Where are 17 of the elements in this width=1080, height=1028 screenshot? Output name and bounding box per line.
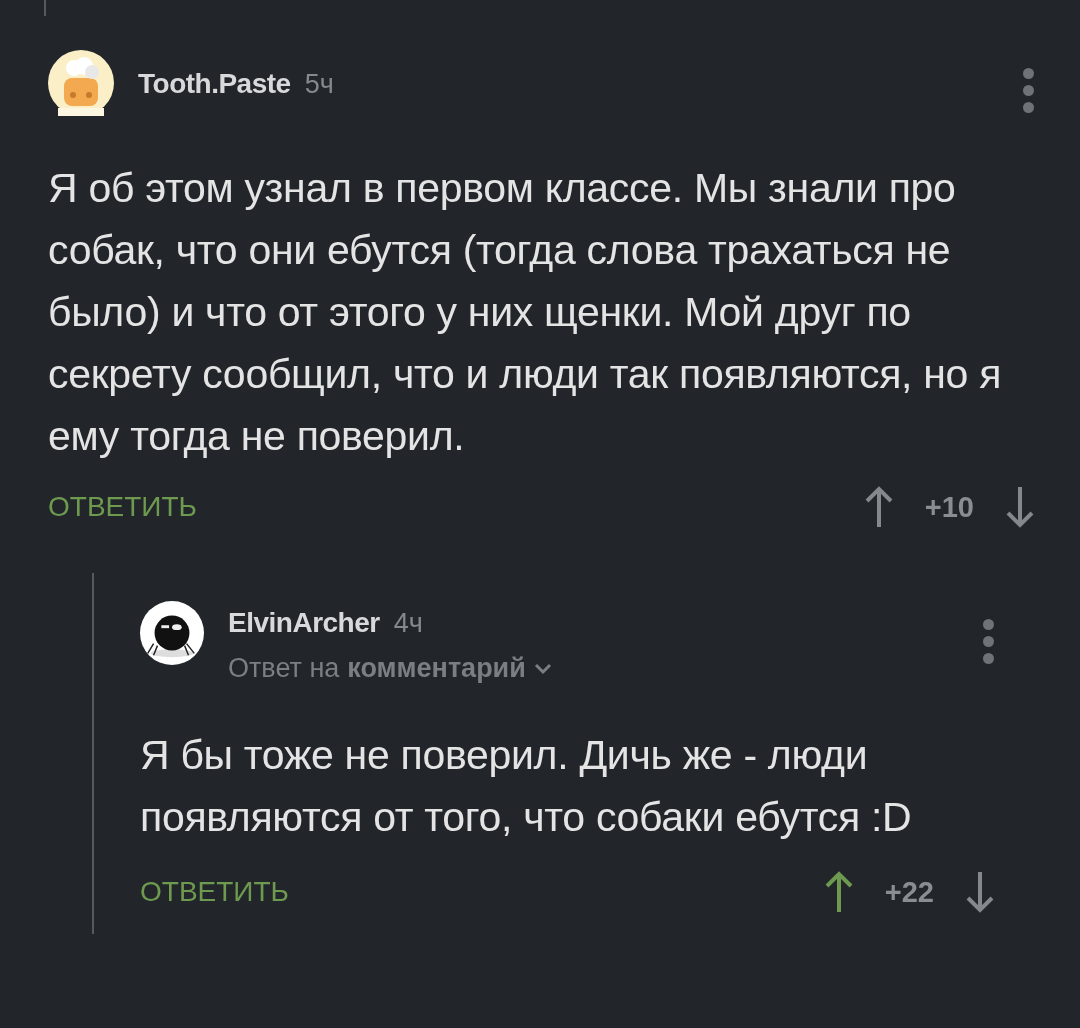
downvote-button[interactable] (1004, 485, 1036, 529)
comment-text: Я об этом узнал в первом классе. Мы знали про собак, что они ебутся (тогда слова трахаться не было) и что от этого у них щенки. Мой друг по секрету сообщил, что и люди так появляются, но я ему тогда не поверил. (48, 164, 1003, 461)
parent-comment-link[interactable]: комментарий (347, 653, 526, 684)
comment-text: Я бы тоже не поверил. Дичь же - люди появляются от того, что собаки ебутся :D (140, 731, 913, 842)
rating: +10 (924, 490, 974, 524)
down-arrow-icon (1004, 485, 1036, 529)
author-name[interactable]: ElvinArcher (228, 607, 380, 639)
author-name[interactable]: Tooth.Paste (138, 68, 291, 100)
chevron-down-icon[interactable] (533, 662, 552, 675)
down-arrow-icon (964, 870, 996, 914)
reply-to-label: Ответ на (228, 653, 340, 684)
reply-button[interactable]: ОТВЕТИТЬ (140, 876, 289, 908)
comment-time: 5ч (304, 69, 334, 100)
reply-button[interactable]: ОТВЕТИТЬ (48, 491, 197, 523)
comment-time: 4ч (393, 608, 423, 639)
rating: +22 (884, 875, 934, 909)
downvote-button[interactable] (964, 870, 996, 914)
